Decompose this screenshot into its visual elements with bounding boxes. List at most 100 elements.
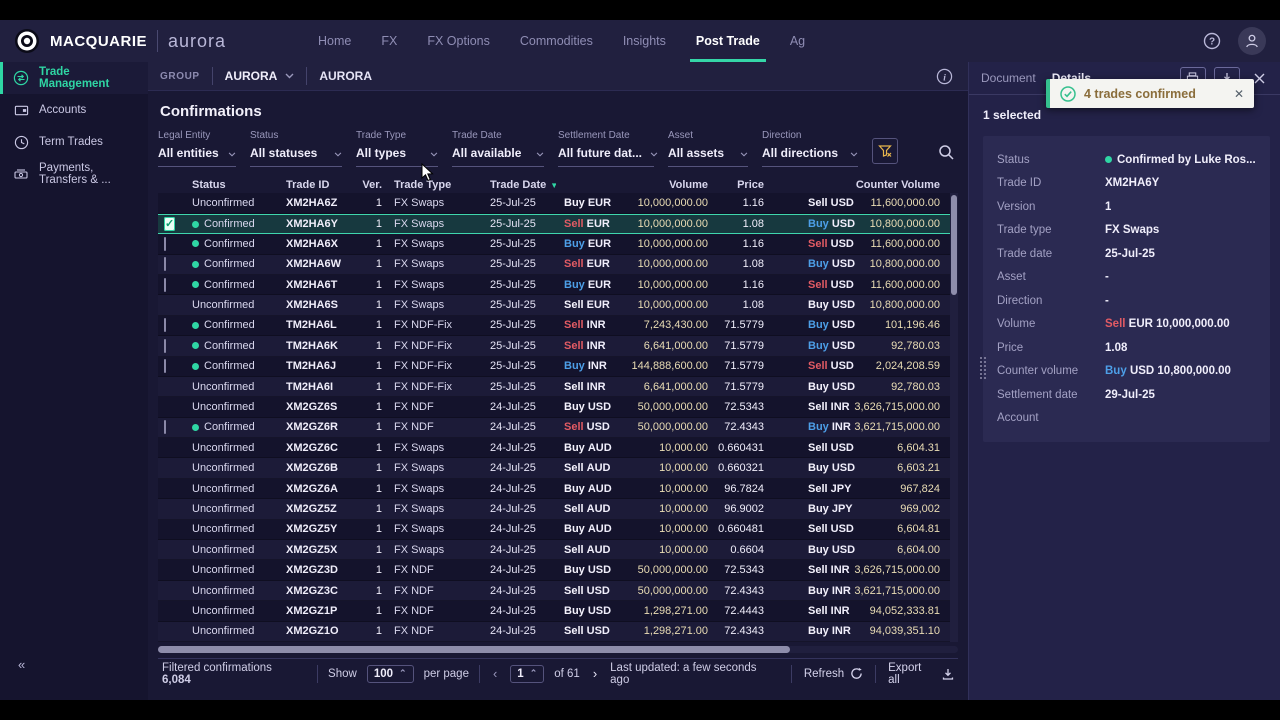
sidebar-item-term-trades[interactable]: Term Trades (0, 126, 148, 158)
chevron-down-icon (536, 144, 544, 162)
cell-counter-volume: 3,621,715,000.00 (830, 421, 944, 433)
clear-filters-button[interactable] (872, 138, 898, 164)
table-row[interactable]: UnconfirmedXM2GZ5Z1FX Swaps24-Jul-25Sell… (158, 499, 950, 519)
column-header-price[interactable]: Price (712, 179, 768, 191)
status-text: Confirmed (204, 421, 255, 433)
cell-trade-id: XM2GZ6A (278, 483, 360, 495)
row-checkbox[interactable] (164, 318, 166, 332)
column-header-trade-type[interactable]: Trade Type (386, 179, 482, 191)
cell-trade-type: FX NDF (386, 564, 482, 576)
table-row[interactable]: UnconfirmedXM2GZ6A1FX Swaps24-Jul-25Buy … (158, 479, 950, 499)
column-header-trade-id[interactable]: Trade ID (278, 179, 360, 191)
row-checkbox[interactable] (164, 237, 166, 251)
horizontal-scrollbar[interactable] (158, 646, 958, 653)
row-checkbox[interactable] (164, 257, 166, 271)
nav-item-commodities[interactable]: Commodities (520, 20, 593, 62)
table-row[interactable]: UnconfirmedXM2GZ3D1FX NDF24-Jul-25Buy US… (158, 560, 950, 580)
row-checkbox[interactable] (164, 278, 166, 292)
prev-page-button[interactable]: ‹ (490, 666, 500, 681)
table-row[interactable]: UnconfirmedXM2GZ6C1FX Swaps24-Jul-25Buy … (158, 438, 950, 458)
table-row[interactable]: UnconfirmedXM2GZ1O1FX NDF24-Jul-25Sell U… (158, 622, 950, 642)
sidebar-item-trade-management[interactable]: Trade Management (0, 62, 148, 94)
page-number-input[interactable]: 1⌃ (510, 665, 544, 683)
panel-resize-handle[interactable] (980, 357, 986, 379)
filter-status[interactable]: StatusAll statuses (250, 130, 342, 167)
detail-label: Trade ID (997, 177, 1105, 189)
filter-settlement-date[interactable]: Settlement DateAll future dat... (558, 130, 654, 167)
column-header-settlement-date[interactable]: Settlement Date (944, 179, 952, 191)
table-row[interactable]: ConfirmedXM2HA6X1FX Swaps25-Jul-25Buy EU… (158, 234, 950, 254)
table-row[interactable]: UnconfirmedXM2GZ5X1FX Swaps24-Jul-25Sell… (158, 540, 950, 560)
cell-counter-volume: 92,780.03 (830, 340, 944, 352)
cell-price: 72.5343 (712, 401, 768, 413)
next-page-button[interactable]: › (590, 666, 600, 681)
cell-direction-1: Buy AUD (556, 483, 606, 495)
vertical-scrollbar[interactable] (950, 193, 958, 642)
nav-item-insights[interactable]: Insights (623, 20, 666, 62)
sidebar-collapse-button[interactable]: « (18, 657, 25, 672)
row-checkbox[interactable] (164, 339, 166, 353)
toast-close-icon[interactable]: ✕ (1234, 87, 1244, 101)
cell-direction-1: Buy AUD (556, 523, 606, 535)
table-row[interactable]: UnconfirmedXM2HA6S1FX Swaps25-Jul-25Sell… (158, 295, 950, 315)
horizontal-scrollbar-thumb[interactable] (158, 646, 790, 653)
column-header-trade-date[interactable]: Trade Date▼ (482, 179, 556, 191)
column-header-counter-volume[interactable]: Counter Volume (830, 179, 944, 191)
close-icon (1254, 73, 1265, 84)
nav-item-post-trade[interactable]: Post Trade (696, 20, 760, 62)
help-icon[interactable]: ? (1200, 29, 1224, 53)
nav-item-ag[interactable]: Ag (790, 20, 805, 62)
row-checkbox[interactable] (164, 359, 166, 373)
cell-checkbox (158, 340, 184, 352)
table-row[interactable]: UnconfirmedXM2GZ6S1FX NDF24-Jul-25Buy US… (158, 397, 950, 417)
table-row[interactable]: UnconfirmedXM2GZ3C1FX NDF24-Jul-25Sell U… (158, 581, 950, 601)
group-select[interactable]: AURORA (225, 69, 295, 83)
table-row[interactable]: UnconfirmedXM2GZ5Y1FX Swaps24-Jul-25Buy … (158, 520, 950, 540)
row-checkbox[interactable]: ✓ (164, 217, 175, 231)
table-row[interactable]: ConfirmedTM2HA6L1FX NDF-Fix25-Jul-25Sell… (158, 316, 950, 336)
table-row[interactable]: UnconfirmedXM2GZ6B1FX Swaps24-Jul-25Sell… (158, 458, 950, 478)
cell-status: Unconfirmed (184, 585, 278, 597)
table-row[interactable]: ConfirmedXM2HA6T1FX Swaps25-Jul-25Buy EU… (158, 275, 950, 295)
cell-status: Unconfirmed (184, 523, 278, 535)
sidebar-item-payments-transfers[interactable]: Payments, Transfers & ... (0, 158, 148, 190)
cell-trade-type: FX Swaps (386, 279, 482, 291)
cell-volume: 10,000.00 (606, 523, 712, 535)
table-row[interactable]: UnconfirmedTM2HA6I1FX NDF-Fix25-Jul-25Se… (158, 377, 950, 397)
user-avatar-icon[interactable] (1238, 27, 1266, 55)
refresh-button[interactable]: Refresh (804, 667, 863, 680)
table-row[interactable]: ✓ConfirmedXM2HA6Y1FX Swaps25-Jul-25Sell … (158, 214, 950, 234)
table-row[interactable]: ConfirmedTM2HA6J1FX NDF-Fix25-Jul-25Buy … (158, 357, 950, 377)
cell-direction-1: Buy EUR (556, 197, 606, 209)
filter-legal-entity[interactable]: Legal EntityAll entities (158, 130, 236, 167)
cell-price: 72.4343 (712, 625, 768, 637)
page-size-select[interactable]: 100⌃ (367, 665, 414, 683)
status-text: Unconfirmed (192, 442, 254, 454)
vertical-scrollbar-thumb[interactable] (951, 195, 957, 295)
cell-trade-date: 24-Jul-25 (482, 401, 556, 413)
nav-item-home[interactable]: Home (318, 20, 351, 62)
table-row[interactable]: ConfirmedXM2HA6W1FX Swaps25-Jul-25Sell E… (158, 255, 950, 275)
filter-trade-date[interactable]: Trade DateAll available (452, 130, 544, 167)
nav-item-fx[interactable]: FX (381, 20, 397, 62)
nav-item-fx-options[interactable]: FX Options (427, 20, 490, 62)
table-row[interactable]: UnconfirmedXM2GZ1P1FX NDF24-Jul-25Buy US… (158, 601, 950, 621)
filter-asset[interactable]: AssetAll assets (668, 130, 748, 167)
direction-label: Buy (808, 218, 829, 230)
cell-counter-volume: 3,626,715,000.00 (830, 401, 944, 413)
filter-direction[interactable]: DirectionAll directions (762, 130, 858, 167)
table-row[interactable]: UnconfirmedXM2HA6Z1FX Swaps25-Jul-25Buy … (158, 193, 950, 213)
filter-trade-type[interactable]: Trade TypeAll types (356, 130, 438, 167)
row-checkbox[interactable] (164, 420, 166, 434)
table-row[interactable]: ConfirmedXM2GZ6R1FX NDF24-Jul-25Sell USD… (158, 418, 950, 438)
svg-text:?: ? (1209, 37, 1215, 48)
column-header-volume[interactable]: Volume (606, 179, 712, 191)
column-header-ver[interactable]: Ver. (360, 179, 386, 191)
sidebar-item-accounts[interactable]: Accounts (0, 94, 148, 126)
search-icon[interactable] (934, 140, 958, 164)
table-row[interactable]: ConfirmedTM2HA6K1FX NDF-Fix25-Jul-25Sell… (158, 336, 950, 356)
info-icon[interactable]: i (932, 64, 956, 88)
panel-tab-document[interactable]: Document (981, 62, 1036, 94)
column-header-status[interactable]: Status (184, 179, 278, 191)
export-all-button[interactable]: Export all (888, 662, 954, 686)
